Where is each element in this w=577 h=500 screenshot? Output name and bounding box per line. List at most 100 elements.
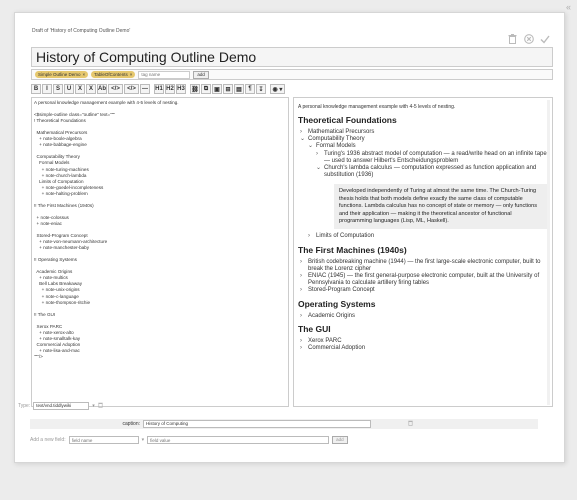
preview-pane: A personal knowledge management example … [293, 97, 553, 407]
outline-item-text: British codebreaking machine (1944) — th… [308, 258, 541, 272]
tag-label: TableOfContents [94, 72, 128, 77]
outline-item[interactable]: › Xerox PARC [298, 338, 548, 345]
transclude-icon[interactable]: ⧉ [201, 84, 211, 94]
field-label: caption: [122, 421, 140, 427]
chevron-right-icon[interactable]: › [300, 313, 306, 320]
outline-item[interactable]: › Stored-Program Concept [298, 287, 548, 294]
outline-item-text: Computability Theory [308, 136, 365, 143]
outline-item-text: Mathematical Precursors [308, 129, 375, 135]
italic-button[interactable]: I [42, 84, 52, 94]
outline-item-text: Stored-Program Concept [308, 287, 375, 294]
collapse-all-icon[interactable]: « [566, 2, 571, 12]
outline-item[interactable]: ⌄ Computability Theory [298, 136, 548, 143]
smallcaps-button[interactable]: Ab [97, 84, 107, 94]
horizontal-rule-button[interactable]: — [140, 84, 150, 94]
delete-icon[interactable] [507, 33, 518, 44]
editor-textarea[interactable]: A personal knowledge management example … [31, 97, 289, 407]
strikethrough-button[interactable]: S [53, 84, 63, 94]
outline-item[interactable]: › Academic Origins [298, 313, 548, 320]
tags-editor: Simple Outline Demo× TableOfContents× ad… [31, 69, 553, 80]
preview-toggle-icon[interactable]: ◉ ▾ [270, 84, 285, 94]
preview-scrollbar[interactable] [547, 100, 550, 405]
new-field-value-input[interactable] [147, 436, 330, 444]
preview-heading: The GUI [298, 323, 331, 334]
new-field-dropdown-icon[interactable]: ▾ [142, 437, 145, 443]
title-input[interactable]: History of Computing Outline Demo [31, 47, 553, 67]
outline-item[interactable]: ⌄ Formal Models [298, 143, 548, 150]
tag-label: Simple Outline Demo [38, 72, 81, 77]
underline-button[interactable]: U [64, 84, 74, 94]
chevron-right-icon[interactable]: › [308, 233, 314, 240]
outline-item[interactable]: › ENIAC (1945) — the first general-purpos… [298, 273, 548, 287]
outline-item[interactable]: › British codebreaking machine (1944) — t… [298, 259, 548, 273]
list-icon[interactable]: ▤ [234, 84, 244, 94]
field-delete-icon[interactable] [408, 420, 413, 428]
preview-heading: The First Machines (1940s) [298, 244, 407, 255]
tiddler-edit-frame: Draft of 'History of Computing Outline D… [14, 12, 565, 463]
outline-item-text: Limits of Computation [316, 233, 375, 240]
outline-item-text: Formal Models [316, 143, 356, 150]
heading-3-button[interactable]: H3 [176, 84, 186, 94]
type-label: Type: [18, 403, 31, 409]
tag-remove-icon[interactable]: × [130, 72, 133, 77]
outline-item-text: Commercial Adoption [308, 345, 366, 352]
heading-2-button[interactable]: H2 [165, 84, 175, 94]
type-delete-icon[interactable] [98, 402, 103, 410]
outline-item[interactable]: › Limits of Computation [298, 233, 548, 240]
image-icon[interactable]: ▣ [212, 84, 222, 94]
chevron-down-icon[interactable]: ⌄ [316, 165, 322, 179]
outline-item[interactable]: ⌄ Church's lambda calculus — computation … [298, 165, 548, 179]
type-dropdown-icon[interactable]: ▾ [92, 403, 95, 409]
draft-title: Draft of 'History of Computing Outline D… [32, 28, 131, 34]
tag-add-button[interactable]: add [193, 70, 209, 79]
link-icon[interactable]: ⛓ [190, 84, 200, 94]
preview-sections: Theoretical Foundations › Mathematical Pre… [298, 115, 548, 352]
type-input[interactable]: text/vnd.tiddlywiki [33, 402, 90, 410]
superscript-button[interactable]: X [75, 84, 85, 94]
chevron-right-icon[interactable]: › [300, 273, 306, 287]
preview-intro: A personal knowledge management example … [298, 104, 456, 110]
editor-text[interactable]: A personal knowledge management example … [34, 100, 286, 360]
preview-note-detail: Developed independently of Turing at alm… [334, 184, 548, 230]
chevron-right-icon[interactable]: › [300, 259, 306, 273]
preview-heading: Operating Systems [298, 298, 376, 309]
new-field-add-button[interactable]: add [332, 436, 348, 444]
outline-item-text: Church's lambda calculus — computation e… [324, 165, 537, 179]
heading-1-button[interactable]: H1 [154, 84, 164, 94]
chevron-right-icon[interactable]: › [300, 287, 306, 294]
outline-item-text: Xerox PARC [308, 337, 342, 344]
code-block-button[interactable]: </> [124, 84, 139, 94]
outline-item-text: ENIAC (1945) — the first general-purpose… [308, 273, 540, 287]
field-value-input[interactable]: History of Computing [143, 420, 371, 428]
outline-item[interactable]: › Commercial Adoption [298, 345, 548, 352]
tag-pill[interactable]: TableOfContents × [91, 71, 136, 78]
table-icon[interactable]: ⊞ [223, 84, 233, 94]
tiddler-controls [507, 33, 550, 44]
paragraph-icon[interactable]: ¶ [245, 84, 255, 94]
chevron-right-icon[interactable]: › [316, 151, 322, 165]
field-row-caption: caption: History of Computing [30, 419, 538, 429]
outline-item-text: Turing's 1936 abstract model of computat… [324, 150, 547, 164]
bold-button[interactable]: B [31, 84, 41, 94]
chevron-right-icon[interactable]: › [300, 129, 306, 136]
outline-item-text: Academic Origins [308, 312, 356, 319]
subscript-button[interactable]: X [86, 84, 96, 94]
chevron-right-icon[interactable]: › [300, 345, 306, 352]
tag-pill[interactable]: Simple Outline Demo × [35, 71, 89, 78]
tag-remove-icon[interactable]: × [83, 72, 86, 77]
new-field-row: Add a new field: ▾ add [30, 436, 348, 444]
chevron-down-icon[interactable]: ⌄ [308, 143, 314, 150]
outline-item[interactable]: › Turing's 1936 abstract model of computa… [298, 151, 548, 165]
chevron-right-icon[interactable]: › [300, 338, 306, 345]
type-row: Type: text/vnd.tiddlywiki ▾ [18, 402, 103, 410]
code-button[interactable]: </> [108, 84, 123, 94]
outline-item[interactable]: › Mathematical Precursors [298, 129, 548, 136]
save-icon[interactable] [539, 33, 550, 44]
cancel-icon[interactable] [523, 33, 534, 44]
tag-name-input[interactable] [138, 70, 191, 79]
chevron-down-icon[interactable]: ⌄ [300, 136, 306, 143]
excise-icon[interactable]: ↧ [256, 84, 266, 94]
new-field-name-input[interactable] [68, 436, 139, 444]
preview-heading: Theoretical Foundations [298, 115, 397, 125]
new-field-label: Add a new field: [30, 437, 66, 443]
